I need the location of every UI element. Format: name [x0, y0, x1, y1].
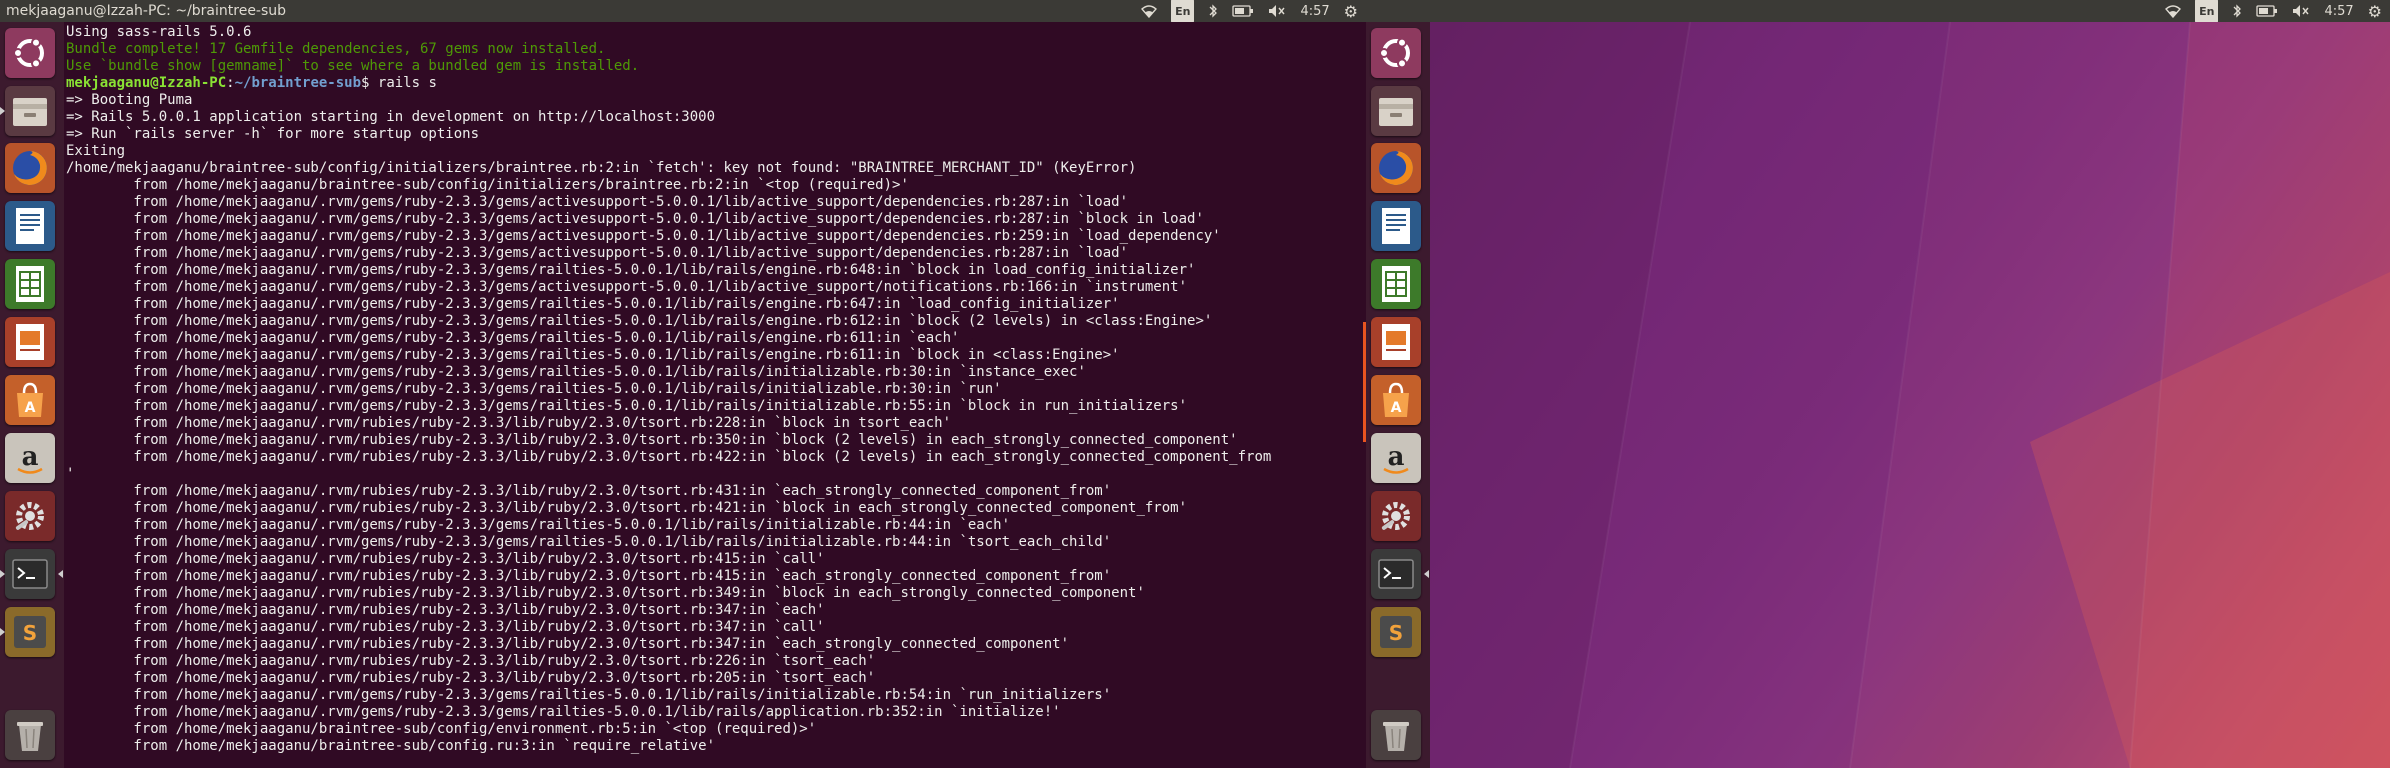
libreoffice-impress-icon[interactable] [5, 317, 55, 367]
trash-icon[interactable] [1371, 710, 1421, 760]
terminal-output[interactable]: Using sass-rails 5.0.6 Bundle complete! … [64, 22, 1366, 755]
libreoffice-writer-icon[interactable] [1371, 201, 1421, 251]
volume-icon[interactable] [2292, 0, 2310, 22]
clock[interactable]: 4:57 [2324, 0, 2353, 22]
bluetooth-icon[interactable] [1208, 0, 1218, 22]
svg-text:A: A [25, 400, 36, 416]
terminal-icon[interactable] [5, 549, 55, 599]
sublime-text-icon[interactable]: S [1371, 607, 1421, 657]
battery-icon[interactable] [1232, 0, 1254, 22]
prompt-command: $ rails s [361, 75, 437, 91]
svg-text:A: A [1391, 400, 1402, 416]
firefox-icon[interactable] [1371, 143, 1421, 193]
keyboard-language-indicator[interactable]: En [2195, 0, 2219, 23]
launcher: A a S [0, 22, 65, 768]
libreoffice-writer-icon[interactable] [5, 201, 55, 251]
svg-text:S: S [23, 621, 37, 645]
terminal-error-output: => Booting Puma => Rails 5.0.0.1 applica… [66, 92, 1272, 754]
svg-text:a: a [1388, 442, 1405, 472]
desktop-wallpaper [1430, 22, 2390, 768]
bluetooth-icon[interactable] [2232, 0, 2242, 22]
amazon-icon[interactable]: a [1371, 433, 1421, 483]
indicator-area-secondary: En 4:57 ⚙ [2165, 0, 2382, 23]
svg-text:S: S [1389, 621, 1403, 645]
firefox-icon[interactable] [5, 143, 55, 193]
libreoffice-impress-icon[interactable] [1371, 317, 1421, 367]
ubuntu-software-center-icon[interactable]: A [5, 375, 55, 425]
files-icon[interactable] [5, 86, 55, 136]
prompt-path: ~/braintree-sub [234, 75, 362, 91]
svg-text:a: a [22, 442, 39, 472]
top-panel: mekjaaganu@Izzah-PC: ~/braintree-sub En … [0, 0, 1366, 23]
top-panel-secondary: En 4:57 ⚙ [1366, 0, 2390, 23]
clock[interactable]: 4:57 [1300, 0, 1329, 22]
system-settings-icon[interactable] [5, 491, 55, 541]
indicator-area: En 4:57 ⚙ [1141, 0, 1358, 23]
amazon-icon[interactable]: a [5, 433, 55, 483]
ubuntu-dash-icon[interactable] [5, 28, 55, 78]
ubuntu-dash-icon[interactable] [1371, 28, 1421, 78]
gear-icon[interactable]: ⚙ [2368, 0, 2382, 22]
ubuntu-software-center-icon[interactable]: A [1371, 375, 1421, 425]
terminal-icon[interactable] [1371, 549, 1421, 599]
system-settings-icon[interactable] [1371, 491, 1421, 541]
sublime-text-icon[interactable]: S [5, 607, 55, 657]
libreoffice-calc-icon[interactable] [1371, 259, 1421, 309]
prompt-separator: : [226, 75, 235, 91]
terminal-window[interactable]: Using sass-rails 5.0.6 Bundle complete! … [64, 22, 1366, 768]
terminal-line-bundle-complete: Bundle complete! 17 Gemfile dependencies… [66, 41, 606, 57]
volume-icon[interactable] [1268, 0, 1286, 22]
battery-icon[interactable] [2256, 0, 2278, 22]
terminal-line: Using sass-rails 5.0.6 [66, 24, 252, 40]
trash-icon[interactable] [5, 710, 55, 760]
files-icon[interactable] [1371, 86, 1421, 136]
wifi-icon[interactable] [1141, 0, 1158, 22]
gear-icon[interactable]: ⚙ [1344, 0, 1358, 22]
prompt-user: mekjaaganu@Izzah-PC [66, 75, 227, 91]
terminal-line-bundle-hint: Use `bundle show [gemname]` to see where… [66, 58, 640, 74]
launcher-secondary: A a S [1366, 22, 1431, 768]
keyboard-language-indicator[interactable]: En [1171, 0, 1195, 23]
window-title: mekjaaganu@Izzah-PC: ~/braintree-sub [6, 3, 287, 19]
wifi-icon[interactable] [2165, 0, 2182, 22]
libreoffice-calc-icon[interactable] [5, 259, 55, 309]
wallpaper-pattern [1430, 22, 2390, 768]
